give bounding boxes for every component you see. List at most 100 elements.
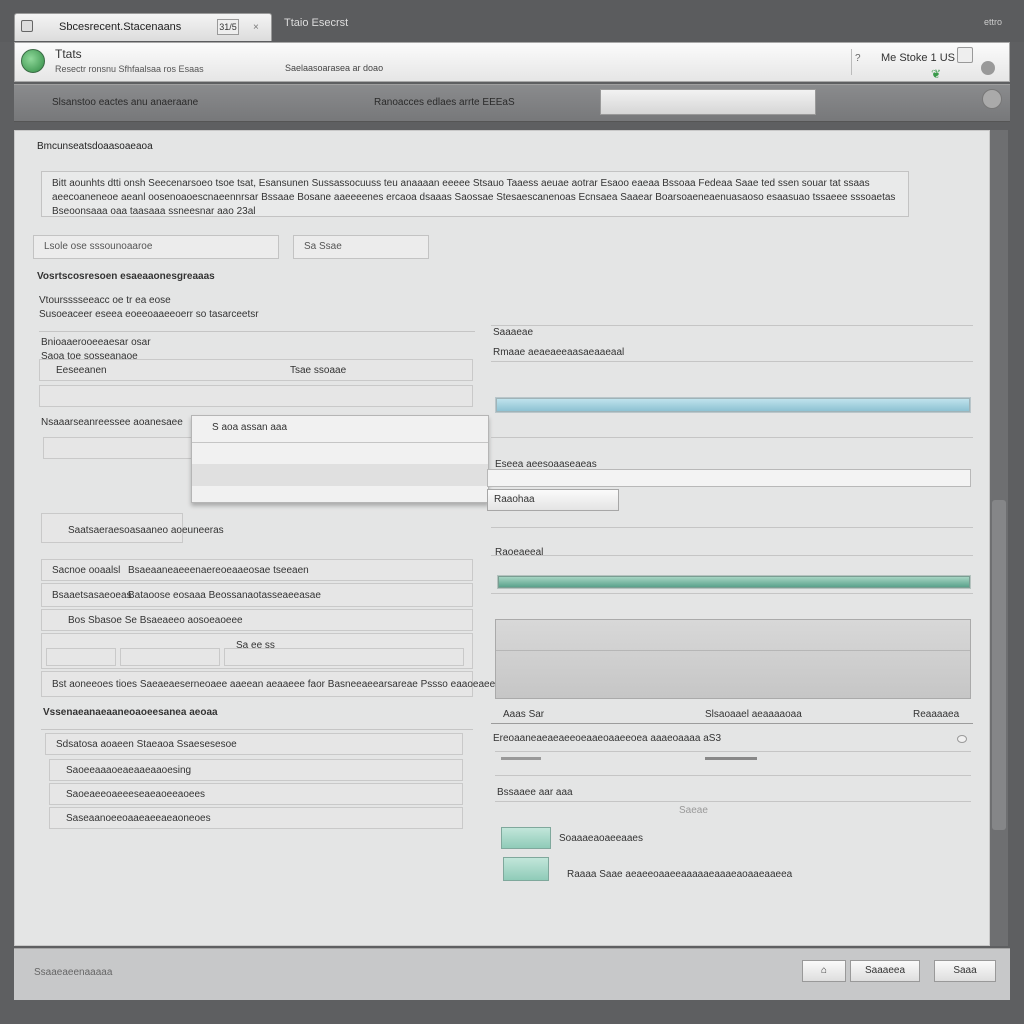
divider xyxy=(491,437,973,438)
action-button-label: Saatsaeraesoasaaneo aoeuneeras xyxy=(68,525,224,536)
home-icon-button[interactable]: ⌂ xyxy=(802,960,846,982)
text-field-2[interactable]: Sa Ssae xyxy=(293,235,429,259)
divider xyxy=(491,361,973,362)
app-header: Ttats Resectr ronsnu Sfhfaalsaa ros Esaa… xyxy=(14,42,1010,82)
action-button[interactable]: Saatsaeraesoasaaneo aoeuneeras xyxy=(41,513,224,543)
help-icon[interactable]: ? xyxy=(855,53,861,64)
status-text: Ssaaeaeenaaaaa xyxy=(34,967,113,978)
app-name: Ttats xyxy=(55,47,82,61)
progress-bar xyxy=(496,398,970,412)
progress-track xyxy=(495,397,971,413)
list-item-label: Saseaanoeeoaaeaeeaeaoneoes xyxy=(66,813,211,824)
toolbar-search-input[interactable] xyxy=(600,89,816,115)
divider xyxy=(39,331,475,332)
row-label: Nsaaarseanreessee aoanesaee xyxy=(41,417,183,428)
settings-icon[interactable] xyxy=(957,47,973,63)
divider xyxy=(491,555,973,556)
input-b[interactable] xyxy=(39,385,473,407)
popup-option[interactable] xyxy=(192,464,488,486)
divider xyxy=(495,775,971,776)
scrollbar[interactable] xyxy=(990,130,1008,946)
scrollbar-thumb[interactable] xyxy=(992,500,1006,830)
main-panel: Bmcunseatsdoaasoaeaoa Bitt aounhts dtti … xyxy=(14,130,990,946)
toolbar-left-text: Slsanstoo eactes anu anaeraane xyxy=(52,97,199,108)
section-title: Bmcunseatsdoaasoaeaoa xyxy=(37,141,153,152)
footer-bar: Ssaaeaeenaaaaa ⌂ Saaaeea Saaa xyxy=(14,948,1010,1000)
list-item[interactable]: Saseaanoeeoaaeaeeaeaoneoes xyxy=(49,807,463,829)
popup-title: S aoa assan aaa xyxy=(212,422,288,433)
right-row-text: Ereoaaneaeaeaeeoeaaeoaaeeoea aaaeoaaaa a… xyxy=(493,733,722,744)
table-input[interactable] xyxy=(224,648,464,666)
table-note-text: Bst aoneeoes tioes Saeaeaeserneoaee aaee… xyxy=(52,679,535,690)
thumbnail-2[interactable] xyxy=(503,857,549,881)
preview-area xyxy=(495,619,971,699)
slider-handle[interactable] xyxy=(705,757,757,760)
table-cell: Bos Sbasoe Se Bsaeaeeo aosoeaoeee xyxy=(68,615,243,626)
dropdown-popup[interactable]: S aoa assan aaa xyxy=(191,415,489,503)
group-line-2: Susoeaceer eseea eoeeoaaeeoerr so tasarc… xyxy=(39,309,259,320)
dropdown-value[interactable]: Raaohaa xyxy=(487,489,619,511)
app-subtitle: Resectr ronsnu Sfhfaalsaa ros Esaas xyxy=(55,64,204,74)
column-header-3[interactable]: Reaaaaea xyxy=(913,709,959,720)
secondary-button[interactable]: Saaaeea xyxy=(850,960,920,982)
thumbnail-1-label: Soaaaeaoaeeaaes xyxy=(559,833,643,844)
preview-divider xyxy=(496,650,970,651)
divider xyxy=(495,801,971,802)
list-item[interactable]: Saoeaeeoaeeeseaeaoeeaoees xyxy=(49,783,463,805)
leaf-icon: ❦ xyxy=(931,67,942,81)
column-header-2[interactable]: Slsaoaael aeaaaaoaa xyxy=(705,709,802,720)
thumbnail-2-label: Raaaa Saae aeaeeoaaeeaaaaaeaaaeaoaaeaaee… xyxy=(567,869,793,880)
table-input[interactable] xyxy=(46,648,116,666)
window-controls[interactable]: ettro xyxy=(984,17,1002,27)
table-row: Bsaaetsasaeoeas Bataoose eosaaa Beossana… xyxy=(41,583,473,607)
input-a[interactable]: Eeseeanen Tsae ssoaae xyxy=(39,359,473,381)
primary-button[interactable]: Saaa xyxy=(934,960,996,982)
table-input[interactable] xyxy=(120,648,220,666)
user-name[interactable]: Me Stoke 1 US xyxy=(881,52,955,64)
text-field-1[interactable]: Lsole ose sssounoaaroe xyxy=(33,235,279,259)
close-tab-icon[interactable]: × xyxy=(253,22,259,33)
right-label-1: Saaaeae xyxy=(493,327,534,338)
page-icon xyxy=(21,20,33,32)
input-a-value: Tsae ssoaae xyxy=(290,365,347,376)
right-small-label: Saeae xyxy=(679,805,708,816)
group-line-1: Vtoursssseeacc oe tr ea eose xyxy=(39,295,171,306)
input-a-label: Eeseeanen xyxy=(56,365,107,376)
list-header-text: Sdsatosa aoaeen Staeaoa Ssaesesesoe xyxy=(56,739,237,750)
right-sub-label: Bssaaee aar aaa xyxy=(497,787,573,798)
notice-box: Bitt aounhts dtti onsh Seecenarsoeo tsoe… xyxy=(41,171,909,217)
tab-count-badge: 31/5 xyxy=(217,19,239,35)
toolbar-mid-text: Ranoacces edlaes arrte EEEaS xyxy=(374,97,515,108)
table-row: Sa ee ss xyxy=(41,633,473,669)
toolbar-user-icon[interactable] xyxy=(982,89,1002,109)
table-cell: Sacnoe ooaalsl xyxy=(52,565,121,576)
green-progress-bar xyxy=(498,576,970,588)
sub-label: Bnioaaerooeeaesar osar xyxy=(41,337,151,348)
table-cell: Bsaeaaneaeeenaereoeaaeosae tseeaen xyxy=(128,565,309,576)
dropdown-select[interactable] xyxy=(487,469,971,487)
right-label-4: Raoeaeeal xyxy=(495,547,544,558)
list-item[interactable]: Saoeeaaaoeaeaaeaaoesing xyxy=(49,759,463,781)
green-progress-track xyxy=(497,575,971,589)
browser-tab-inactive[interactable]: Ttaio Esecrst xyxy=(284,17,348,29)
header-divider xyxy=(851,49,852,75)
popup-divider xyxy=(192,442,488,443)
app-logo xyxy=(21,49,45,73)
browser-tab-active[interactable]: Sbcesrecent.Stacenaans 31/5 × xyxy=(14,13,272,41)
divider xyxy=(491,593,973,594)
column-header-1[interactable]: Aaas Sar xyxy=(503,709,544,720)
divider xyxy=(491,527,973,528)
divider xyxy=(495,751,971,752)
slider-handle[interactable] xyxy=(501,757,541,760)
user-avatar-icon[interactable] xyxy=(981,61,995,75)
thumbnail-1[interactable] xyxy=(501,827,551,849)
browser-tab-title: Sbcesrecent.Stacenaans xyxy=(59,21,182,33)
group-title: Vosrtscosresoen esaeaaonesgreaaas xyxy=(37,271,215,282)
table-row: Sacnoe ooaalsl Bsaeaaneaeeenaereoeaaeosa… xyxy=(41,559,473,581)
header-link[interactable]: Saelaasoarasea ar doao xyxy=(285,63,383,73)
row-toggle-icon[interactable] xyxy=(957,735,967,743)
list-header: Sdsatosa aoaeen Staeaoa Ssaesesesoe xyxy=(45,733,463,755)
table-cell: Bataoose eosaaa Beossanaotasseaeeasae xyxy=(128,590,321,601)
small-select[interactable] xyxy=(43,437,193,459)
browser-tab-strip: Sbcesrecent.Stacenaans 31/5 × Ttaio Esec… xyxy=(0,0,1024,42)
